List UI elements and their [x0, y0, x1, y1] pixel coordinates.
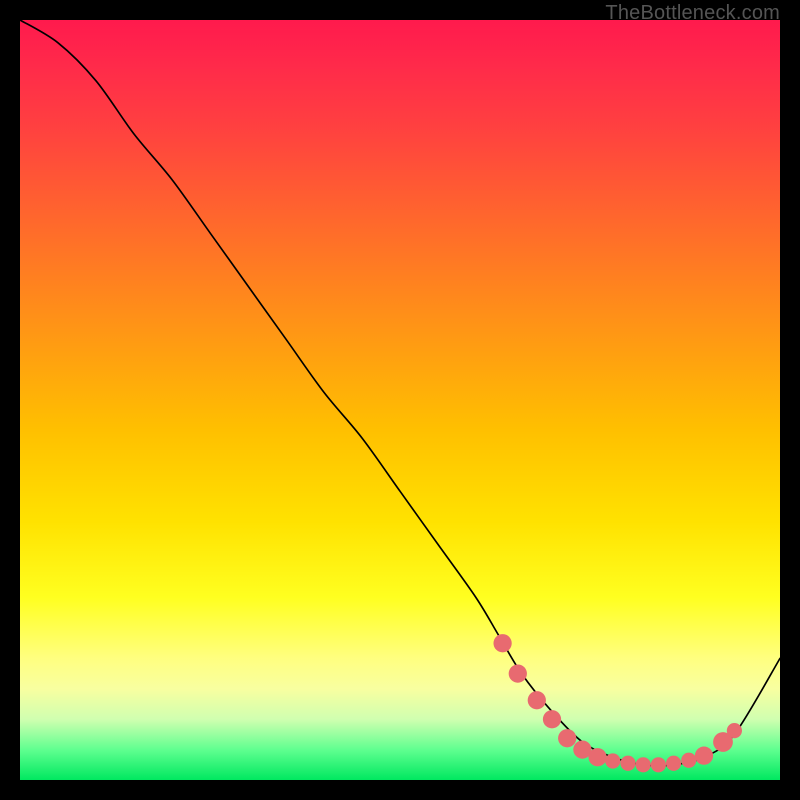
- highlight-dot: [528, 691, 546, 709]
- highlight-dot: [681, 753, 696, 768]
- highlight-dot: [543, 710, 561, 728]
- highlight-dot: [605, 753, 620, 768]
- highlight-dot: [558, 729, 576, 747]
- plot-area: [20, 20, 780, 780]
- highlight-dot: [588, 748, 606, 766]
- highlight-dot: [636, 757, 651, 772]
- watermark-text: TheBottleneck.com: [605, 2, 780, 25]
- bottleneck-curve: [20, 20, 780, 766]
- chart-frame: TheBottleneck.com: [0, 0, 800, 800]
- highlight-dots: [493, 634, 742, 772]
- highlight-dot: [651, 757, 666, 772]
- highlight-dot: [727, 723, 742, 738]
- highlight-dot: [509, 664, 527, 682]
- highlight-dot: [493, 634, 511, 652]
- highlight-dot: [620, 756, 635, 771]
- highlight-dot: [695, 747, 713, 765]
- highlight-dot: [666, 756, 681, 771]
- curve-layer: [20, 20, 780, 780]
